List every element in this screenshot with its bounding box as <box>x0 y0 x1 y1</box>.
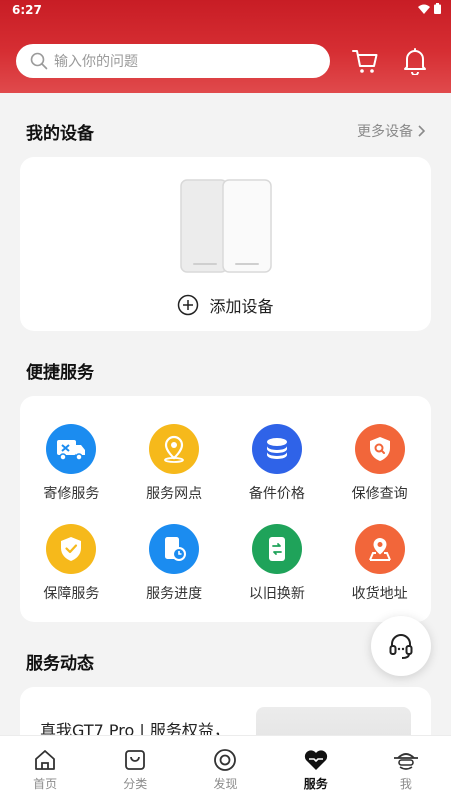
cart-button[interactable] <box>350 46 380 76</box>
more-devices-link[interactable]: 更多设备 <box>357 121 425 141</box>
add-device-label: 添加设备 <box>209 297 274 316</box>
truck-wrench-icon <box>46 424 97 474</box>
location-pin-icon <box>149 424 200 474</box>
customer-service-button[interactable] <box>371 616 431 676</box>
service-warranty-check[interactable]: 保修查询 <box>328 424 431 503</box>
quick-services-title: 便捷服务 <box>26 363 94 383</box>
service-trade-in[interactable]: 以旧换新 <box>226 524 329 603</box>
wifi-icon <box>418 4 430 14</box>
phone-clock-icon <box>149 524 200 574</box>
service-protection[interactable]: 保障服务 <box>20 524 123 603</box>
service-label: 以旧换新 <box>248 586 305 602</box>
service-label: 收货地址 <box>351 586 408 602</box>
chevron-right-icon <box>418 125 425 137</box>
service-label: 保修查询 <box>351 486 408 502</box>
phone-placeholder-illustration <box>180 179 272 273</box>
service-label: 备件价格 <box>248 486 305 502</box>
my-devices-card: 添加设备 <box>20 157 431 331</box>
my-devices-title: 我的设备 <box>26 124 94 144</box>
tab-category[interactable]: 分类 <box>90 736 180 803</box>
tab-label: 首页 <box>33 777 58 791</box>
service-outlets[interactable]: 服务网点 <box>123 424 226 503</box>
add-device-button[interactable]: 添加设备 <box>20 293 431 317</box>
battery-icon <box>434 3 441 14</box>
service-grid: 寄修服务 服务网点 备件价格 保修查询 保障服务 服务进度 以旧换新 收货地址 <box>20 424 431 603</box>
search-placeholder: 输入你的问题 <box>54 54 138 70</box>
more-devices-label: 更多设备 <box>357 124 413 140</box>
tab-label: 分类 <box>123 777 148 791</box>
service-label: 服务进度 <box>146 586 203 602</box>
status-bar: 6:27 <box>0 0 451 22</box>
search-input[interactable]: 输入你的问题 <box>16 44 330 78</box>
trade-in-icon <box>251 524 302 574</box>
quick-services-card: 寄修服务 服务网点 备件价格 保修查询 保障服务 服务进度 以旧换新 收货地址 <box>20 396 431 622</box>
tab-discover[interactable]: 发现 <box>180 736 270 803</box>
service-label: 服务网点 <box>146 486 203 502</box>
tab-label: 服务 <box>303 777 328 791</box>
tab-home[interactable]: 首页 <box>0 736 90 803</box>
service-label: 寄修服务 <box>43 486 100 502</box>
service-shipping-address[interactable]: 收货地址 <box>328 524 431 603</box>
bell-icon <box>404 48 426 75</box>
tab-service[interactable]: 服务 <box>271 736 361 803</box>
tab-label: 我 <box>399 777 412 791</box>
notification-button[interactable] <box>400 46 430 76</box>
status-time: 6:27 <box>12 3 42 17</box>
service-progress[interactable]: 服务进度 <box>123 524 226 603</box>
plus-circle-icon <box>178 294 199 316</box>
coin-stack-icon <box>251 424 302 474</box>
status-icons <box>418 3 441 14</box>
service-label: 保障服务 <box>43 586 100 602</box>
category-icon <box>125 750 146 770</box>
cart-icon <box>352 50 378 73</box>
headset-icon <box>389 634 413 659</box>
service-news-title: 服务动态 <box>26 654 94 674</box>
search-icon <box>30 52 48 70</box>
heart-service-icon <box>304 750 327 770</box>
shield-check-icon <box>46 524 97 574</box>
bottom-tab-bar: 首页 分类 发现 服务 我 <box>0 735 451 803</box>
shield-search-icon <box>354 424 405 474</box>
tab-profile[interactable]: 我 <box>361 736 451 803</box>
tab-label: 发现 <box>213 777 238 791</box>
service-parts-price[interactable]: 备件价格 <box>226 424 329 503</box>
address-pin-icon <box>354 524 405 574</box>
discover-icon <box>214 749 237 771</box>
profile-icon <box>393 753 418 770</box>
home-icon <box>35 750 55 770</box>
header-area: 6:27 输入你的问题 <box>0 0 451 93</box>
service-mail-repair[interactable]: 寄修服务 <box>20 424 123 503</box>
